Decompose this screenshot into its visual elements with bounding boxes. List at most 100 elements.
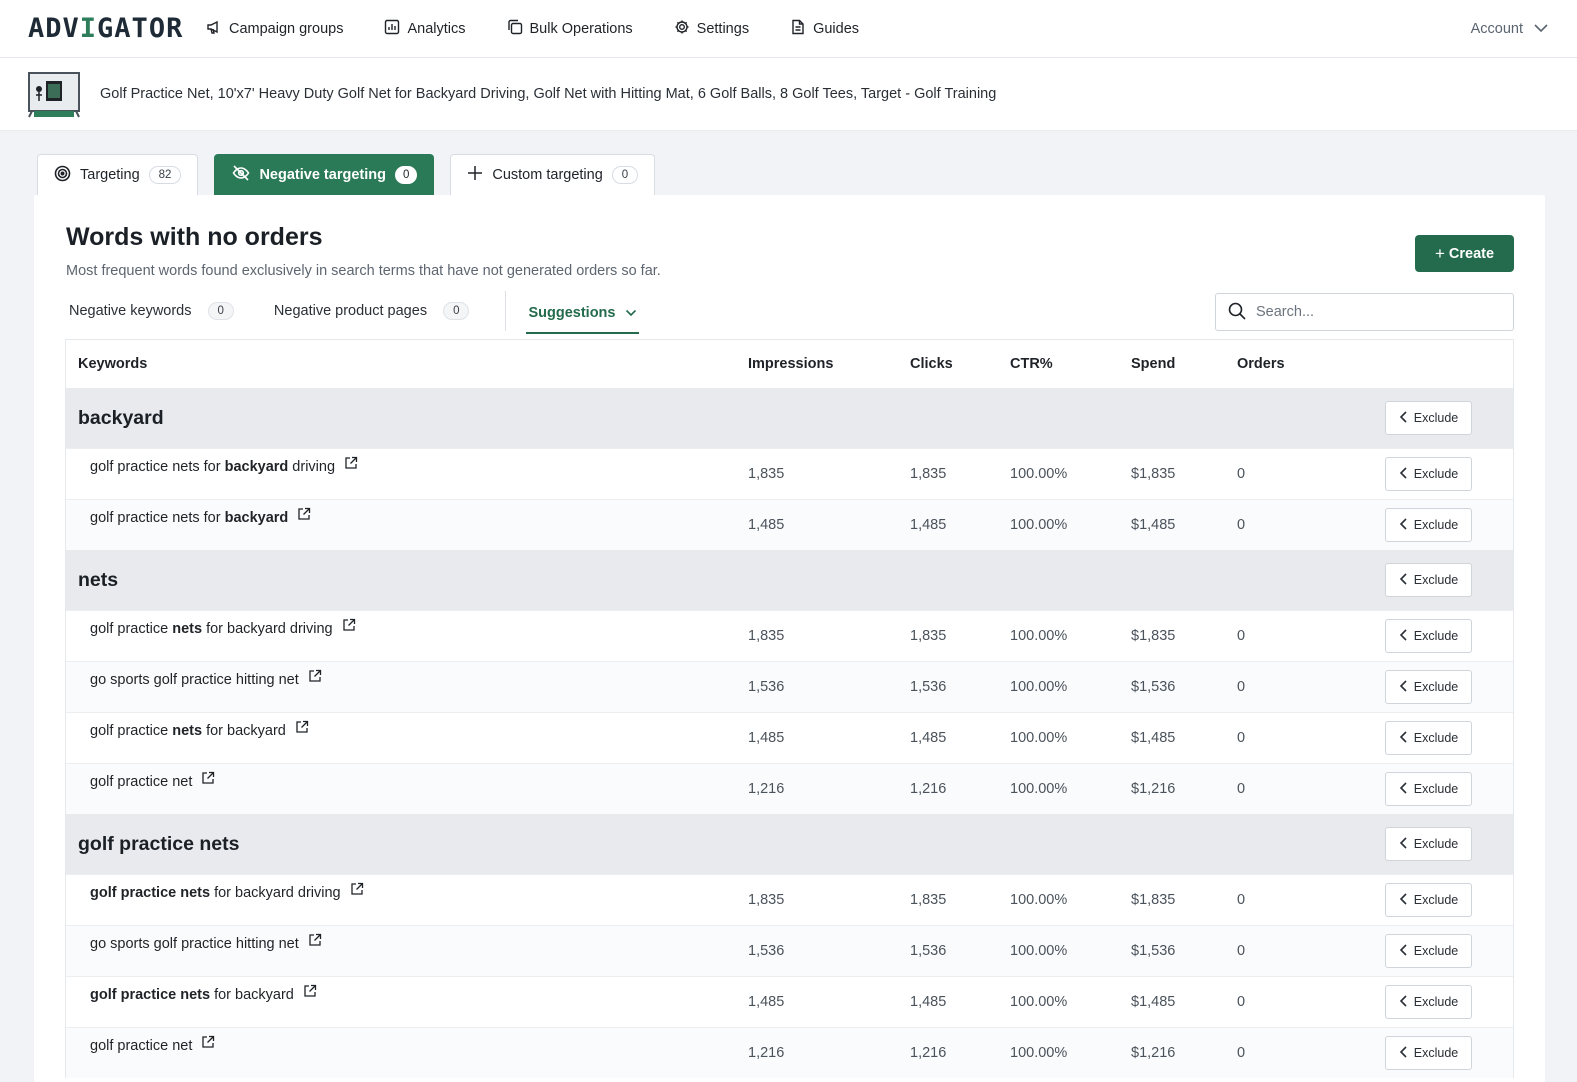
eye-off-icon xyxy=(232,165,250,185)
tab-count: 82 xyxy=(148,166,182,184)
external-link-icon[interactable] xyxy=(295,720,309,738)
external-link-icon[interactable] xyxy=(201,771,215,789)
exclude-button[interactable]: Exclude xyxy=(1385,721,1472,755)
nav-guides[interactable]: Guides xyxy=(790,19,859,39)
orders-cell: 0 xyxy=(1237,628,1246,644)
create-button[interactable]: + Create xyxy=(1415,235,1514,272)
product-thumbnail xyxy=(26,69,82,119)
search-input[interactable] xyxy=(1256,304,1496,320)
exclude-button[interactable]: Exclude xyxy=(1385,985,1472,1019)
external-link-icon[interactable] xyxy=(308,933,322,951)
header-keywords[interactable]: Keywords xyxy=(66,356,748,372)
tab-custom-targeting[interactable]: Custom targeting 0 xyxy=(450,154,656,195)
nav-label: Analytics xyxy=(407,20,466,37)
nav-campaign-groups[interactable]: Campaign groups xyxy=(206,19,343,39)
orders-cell: 0 xyxy=(1237,943,1246,959)
exclude-button[interactable]: Exclude xyxy=(1385,457,1472,491)
header-clicks[interactable]: Clicks xyxy=(910,356,1010,372)
group-actions: Exclude xyxy=(1385,563,1513,597)
exclude-button[interactable]: Exclude xyxy=(1385,934,1472,968)
term-text-rest: driving xyxy=(288,459,336,475)
table-row: golf practice nets for backyard 1,485 1,48… xyxy=(66,712,1513,763)
search-term: golf practice nets for backyard driving xyxy=(66,882,748,901)
search-term: golf practice nets for backyard driving xyxy=(66,618,748,637)
external-link-icon[interactable] xyxy=(342,618,356,636)
search-term: go sports golf practice hitting net xyxy=(66,669,748,688)
table-row: golf practice nets for backyard 1,485 1,48… xyxy=(66,976,1513,1027)
exclude-button[interactable]: Exclude xyxy=(1385,619,1472,653)
exclude-button[interactable]: Exclude xyxy=(1385,508,1472,542)
nav-analytics[interactable]: Analytics xyxy=(384,19,466,39)
exclude-button[interactable]: Exclude xyxy=(1385,670,1472,704)
subtab-negative-keywords[interactable]: Negative keywords 0 xyxy=(69,300,234,322)
table-row: golf practice nets for backyard driving 1… xyxy=(66,610,1513,661)
subtab-negative-product-pages[interactable]: Negative product pages 0 xyxy=(274,300,470,322)
header-ctr[interactable]: CTR% xyxy=(1010,356,1131,372)
spend-cell: $1,536 xyxy=(1131,943,1176,959)
gear-icon xyxy=(674,19,690,39)
ctr-cell: 100.00% xyxy=(1010,730,1068,746)
external-link-icon[interactable] xyxy=(350,882,364,900)
account-menu[interactable]: Account xyxy=(1471,0,1549,58)
table-row: golf practice net 1,216 1,216 100.00% $1,216… xyxy=(66,763,1513,814)
section-title: Words with no orders xyxy=(66,223,323,251)
table-row: go sports golf practice hitting net 1,536… xyxy=(66,661,1513,712)
term-text: golf practice net xyxy=(90,774,193,790)
exclude-button[interactable]: Exclude xyxy=(1385,883,1472,917)
negative-subtabs: Negative keywords 0 Negative product pag… xyxy=(69,291,679,334)
external-link-icon[interactable] xyxy=(297,507,311,525)
subtab-suggestions[interactable]: Suggestions xyxy=(526,294,640,334)
subtab-label: Negative keywords xyxy=(69,303,192,319)
subtab-label: Suggestions xyxy=(528,305,616,321)
exclude-label: Exclude xyxy=(1413,1046,1459,1060)
term-text: go sports golf practice hitting net xyxy=(90,936,299,952)
spend-cell: $1,835 xyxy=(1131,466,1176,482)
nav-bulk-operations[interactable]: Bulk Operations xyxy=(507,19,633,39)
header-orders[interactable]: Orders xyxy=(1237,356,1367,372)
clicks-cell: 1,216 xyxy=(910,1045,947,1061)
orders-cell: 0 xyxy=(1237,517,1246,533)
nav-settings[interactable]: Settings xyxy=(674,19,749,39)
search-term: golf practice nets for backyard xyxy=(66,984,748,1003)
exclude-button[interactable]: Exclude xyxy=(1385,1036,1472,1070)
term-text-rest: for backyard driving xyxy=(202,621,333,637)
exclude-button[interactable]: Exclude xyxy=(1385,772,1472,806)
top-nav: ADV I GATOR Campaign groups Analytics Bulk… xyxy=(0,0,1577,58)
exclude-button[interactable]: Exclude xyxy=(1385,827,1472,861)
row-actions: Exclude xyxy=(1367,985,1513,1019)
tab-targeting[interactable]: Targeting 82 xyxy=(37,154,199,195)
impressions-cell: 1,216 xyxy=(748,781,785,797)
tab-label: Custom targeting xyxy=(492,167,603,183)
exclude-button[interactable]: Exclude xyxy=(1385,563,1472,597)
exclude-label: Exclude xyxy=(1413,411,1459,425)
chevron-left-icon xyxy=(1399,517,1409,533)
row-actions: Exclude xyxy=(1367,457,1513,491)
tab-negative-targeting[interactable]: Negative targeting 0 xyxy=(214,154,435,195)
main-nav: Campaign groups Analytics Bulk Operation… xyxy=(206,19,900,39)
tab-count: 0 xyxy=(611,166,639,184)
term-highlight: golf practice nets xyxy=(90,987,211,1003)
clicks-cell: 1,485 xyxy=(910,994,947,1010)
plus-icon xyxy=(467,165,483,185)
term-text: go sports golf practice hitting net xyxy=(90,672,299,688)
external-link-icon[interactable] xyxy=(201,1035,215,1053)
term-text-rest: for backyard driving xyxy=(210,885,341,901)
exclude-label: Exclude xyxy=(1413,629,1459,643)
external-link-icon[interactable] xyxy=(303,984,317,1002)
chevron-left-icon xyxy=(1399,679,1409,695)
header-spend[interactable]: Spend xyxy=(1131,356,1237,372)
exclude-button[interactable]: Exclude xyxy=(1385,401,1472,435)
chevron-left-icon xyxy=(1399,572,1409,588)
header-impressions[interactable]: Impressions xyxy=(748,356,910,372)
external-link-icon[interactable] xyxy=(308,669,322,687)
advigator-logo[interactable]: ADV I GATOR xyxy=(28,13,206,44)
product-header: Golf Practice Net, 10'x7' Heavy Duty Gol… xyxy=(0,58,1577,131)
chevron-down-icon xyxy=(1533,21,1549,37)
term-highlight: backyard xyxy=(224,459,289,475)
search-term: golf practice net xyxy=(66,771,748,790)
spend-cell: $1,485 xyxy=(1131,517,1176,533)
row-actions: Exclude xyxy=(1367,1036,1513,1070)
external-link-icon[interactable] xyxy=(344,456,358,474)
spend-cell: $1,216 xyxy=(1131,1045,1176,1061)
divider xyxy=(505,291,507,331)
